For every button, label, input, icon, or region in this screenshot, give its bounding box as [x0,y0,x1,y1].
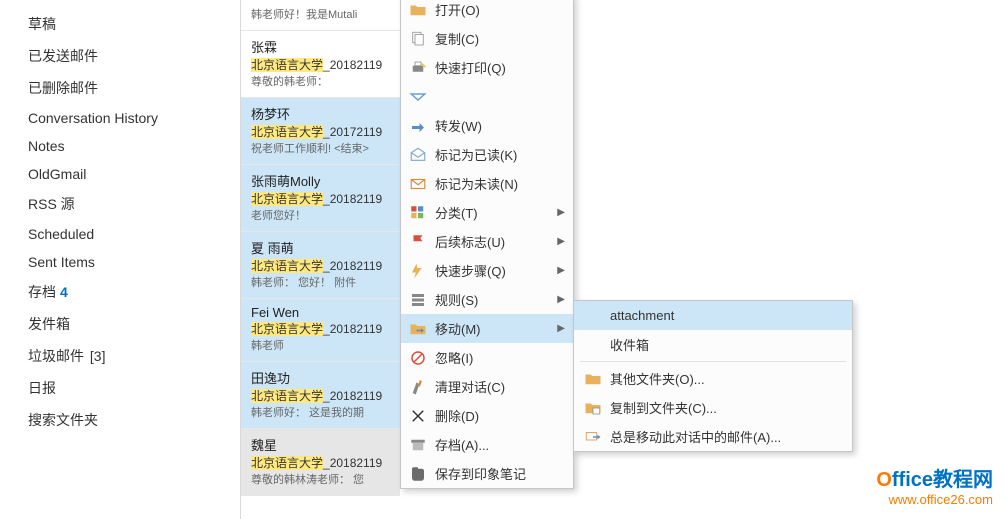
sidebar-item-drafts[interactable]: 草稿 [28,8,240,40]
mail-read-icon [407,144,429,166]
rules-icon [407,289,429,311]
sidebar-item-sent-items[interactable]: Sent Items [28,248,240,276]
ctx-quick-print[interactable]: 快速打印(Q) [401,53,573,82]
sidebar-item-sent-zh[interactable]: 已发送邮件 [28,40,240,72]
archive-icon [407,434,429,456]
evernote-icon [407,463,429,485]
chevron-right-icon: ▶ [557,265,565,276]
message-item[interactable]: Fei Wen 北京语言大学_20182119 韩老师 [241,299,400,362]
sidebar-item-archive[interactable]: 存档4 [28,276,240,308]
sub-copy-folder[interactable]: 复制到文件夹(C)... [574,393,852,422]
categories-icon [407,202,429,224]
delete-icon [407,405,429,427]
ctx-forward[interactable]: 转发(W) [401,111,573,140]
message-item[interactable]: 张霖 北京语言大学_20182119 尊敬的韩老师： [241,31,400,98]
ctx-move[interactable]: 移动(M)▶ [401,314,573,343]
sub-inbox[interactable]: 收件箱 [574,330,852,359]
always-move-icon [582,426,604,448]
mail-unread-icon [407,173,429,195]
chevron-right-icon: ▶ [557,236,565,247]
sidebar-item-junk[interactable]: 垃圾邮件 [3] [28,340,240,372]
open-folder-icon [407,0,429,21]
sidebar-item-oldgmail[interactable]: OldGmail [28,160,240,188]
sidebar-item-daily[interactable]: 日报 [28,372,240,404]
quickstep-icon [407,260,429,282]
sub-always-move[interactable]: 总是移动此对话中的邮件(A)... [574,422,852,451]
sidebar-item-deleted[interactable]: 已删除邮件 [28,72,240,104]
ctx-delete[interactable]: 删除(D) [401,401,573,430]
ctx-open[interactable]: 打开(O) [401,0,573,24]
ctx-mark-unread[interactable]: 标记为未读(N) [401,169,573,198]
move-folder-icon [407,318,429,340]
ctx-evernote[interactable]: 保存到印象笔记 [401,459,573,488]
junk-count: [3] [90,348,106,364]
ctx-mark-read[interactable]: 标记为已读(K) [401,140,573,169]
message-item[interactable]: 韩老师好！我是Mutali [241,0,400,31]
ctx-rules[interactable]: 规则(S)▶ [401,285,573,314]
ctx-quick-steps[interactable]: 快速步骤(Q)▶ [401,256,573,285]
folder-icon [582,368,604,390]
ctx-ignore[interactable]: 忽略(I) [401,343,573,372]
ctx-cleanup[interactable]: 清理对话(C) [401,372,573,401]
archive-count: 4 [60,284,68,300]
message-item[interactable]: 魏星 北京语言大学_20182119 尊敬的韩林涛老师： 您 [241,429,400,496]
sub-attachment[interactable]: attachment [574,301,852,330]
move-submenu: attachment 收件箱 其他文件夹(O)... 复制到文件夹(C)... … [573,300,853,452]
sidebar-item-outbox[interactable]: 发件箱 [28,308,240,340]
chevron-right-icon: ▶ [557,323,565,334]
copy-folder-icon [582,397,604,419]
sidebar-item-conv-history[interactable]: Conversation History [28,104,240,132]
watermark: Office教程网 www.office26.com [876,463,993,507]
sidebar-item-scheduled[interactable]: Scheduled [28,220,240,248]
cleanup-icon [407,376,429,398]
ctx-archive[interactable]: 存档(A)... [401,430,573,459]
submenu-separator [580,361,846,362]
chevron-right-icon: ▶ [557,207,565,218]
context-menu: 打开(O) 复制(C) 快速打印(Q) 转发(W) 标记为已读(K) 标记为未读… [400,0,574,489]
ctx-followup[interactable]: 后续标志(U)▶ [401,227,573,256]
print-icon [407,57,429,79]
reply-icon [407,86,429,108]
sidebar-item-rss[interactable]: RSS 源 [28,188,240,220]
message-item[interactable]: 张雨萌Molly 北京语言大学_20182119 老师您好！ [241,165,400,232]
sub-other-folder[interactable]: 其他文件夹(O)... [574,364,852,393]
message-item[interactable]: 杨梦环 北京语言大学_20172119 祝老师工作顺利! <结束> [241,98,400,165]
ctx-copy[interactable]: 复制(C) [401,24,573,53]
sidebar-item-notes[interactable]: Notes [28,132,240,160]
message-list: 韩老师好！我是Mutali 张霖 北京语言大学_20182119 尊敬的韩老师：… [240,0,400,519]
copy-icon [407,28,429,50]
sidebar-item-search-folders[interactable]: 搜索文件夹 [28,404,240,436]
ctx-reply[interactable] [401,82,573,111]
ctx-categories[interactable]: 分类(T)▶ [401,198,573,227]
message-item[interactable]: 夏 雨萌 北京语言大学_20182119 韩老师： 您好！ 附件 [241,232,400,299]
flag-icon [407,231,429,253]
folder-sidebar: 草稿 已发送邮件 已删除邮件 Conversation History Note… [0,0,240,519]
message-item[interactable]: 田逸功 北京语言大学_20182119 韩老师好： 这是我的期 [241,362,400,429]
ignore-icon [407,347,429,369]
chevron-right-icon: ▶ [557,294,565,305]
forward-icon [407,115,429,137]
